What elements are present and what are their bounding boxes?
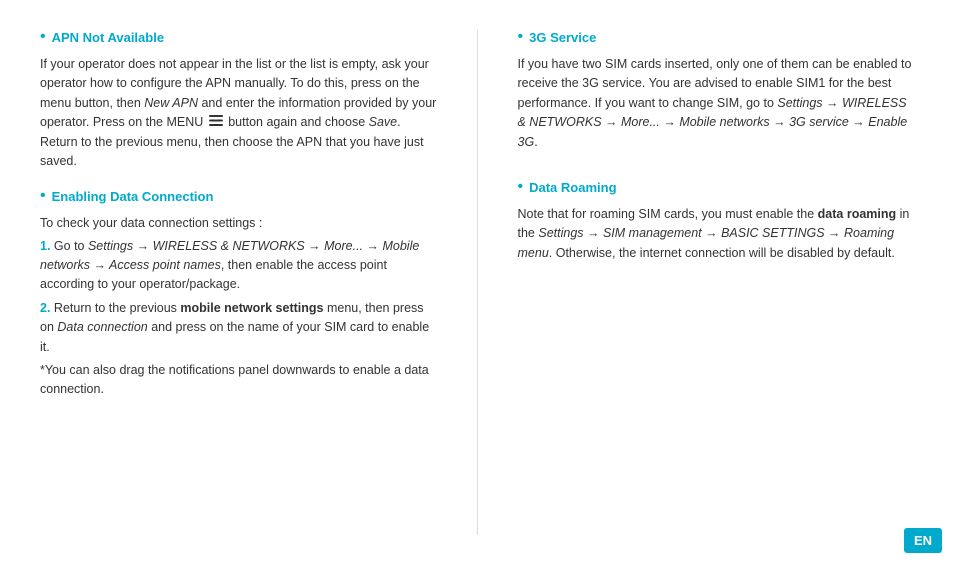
enabling-section: • Enabling Data Connection To check your… [40, 189, 437, 399]
3g-section: • 3G Service If you have two SIM cards i… [518, 30, 915, 152]
apn-title: APN Not Available [52, 30, 164, 45]
roaming-section: • Data Roaming Note that for roaming SIM… [518, 180, 915, 263]
enabling-note: *You can also drag the notifications pan… [40, 361, 437, 400]
apn-body: If your operator does not appear in the … [40, 55, 437, 171]
enabling-step1: 1. Go to Settings → WIRELESS & NETWORKS … [40, 237, 437, 295]
column-divider [477, 30, 478, 535]
bullet-apn: • [40, 29, 46, 45]
enabling-title: Enabling Data Connection [52, 189, 214, 204]
en-badge: EN [904, 528, 942, 553]
3g-body: If you have two SIM cards inserted, only… [518, 55, 915, 152]
apn-section: • APN Not Available If your operator doe… [40, 30, 437, 171]
apn-title-row: • APN Not Available [40, 30, 437, 51]
enabling-step2: 2. Return to the previous mobile network… [40, 299, 437, 357]
bullet-enabling: • [40, 188, 46, 204]
roaming-title-row: • Data Roaming [518, 180, 915, 201]
content-area: • APN Not Available If your operator doe… [0, 0, 954, 565]
bullet-3g: • [518, 29, 524, 45]
menu-icon-inline [209, 113, 223, 132]
3g-title-row: • 3G Service [518, 30, 915, 51]
roaming-body: Note that for roaming SIM cards, you mus… [518, 205, 915, 263]
left-column: • APN Not Available If your operator doe… [40, 30, 437, 535]
roaming-title: Data Roaming [529, 180, 616, 195]
3g-title: 3G Service [529, 30, 596, 45]
bullet-roaming: • [518, 179, 524, 195]
right-column: • 3G Service If you have two SIM cards i… [518, 30, 915, 535]
enabling-intro: To check your data connection settings : [40, 214, 437, 233]
enabling-title-row: • Enabling Data Connection [40, 189, 437, 210]
